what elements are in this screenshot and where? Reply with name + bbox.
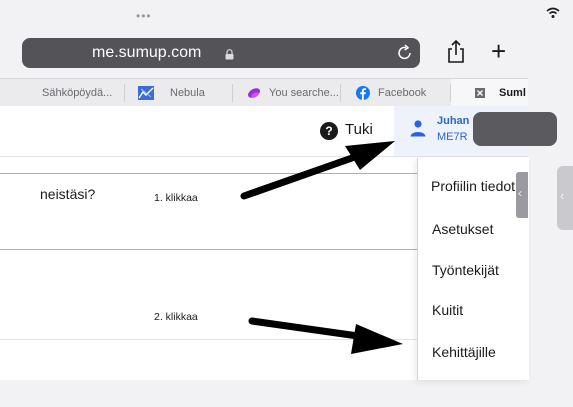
arrow-annotation-2 xyxy=(248,317,403,354)
arrow-annotation-1 xyxy=(240,141,395,200)
annotation-arrows xyxy=(240,141,403,354)
